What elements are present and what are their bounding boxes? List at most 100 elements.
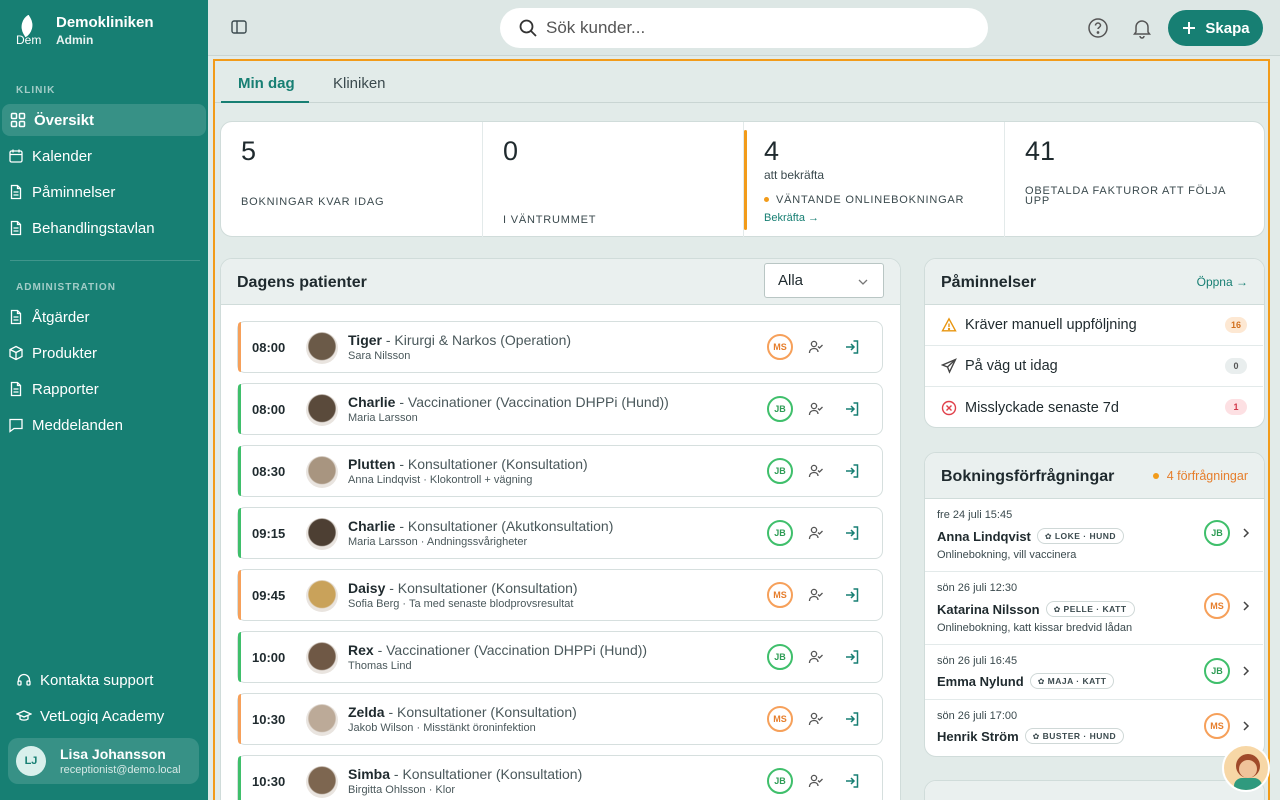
pet-tag-label: MAJA · KATT xyxy=(1047,676,1107,686)
check-in-icon[interactable] xyxy=(844,463,860,479)
partial-panel xyxy=(924,780,1265,800)
sidebar-item-label: Påminnelser xyxy=(32,183,116,201)
assign-user-icon[interactable] xyxy=(808,525,824,541)
contact-support-link[interactable]: Kontakta support xyxy=(16,669,153,691)
staff-badge[interactable]: JB xyxy=(767,520,793,546)
stat-unpaid-invoices[interactable]: 41 OBETALDA FAKTUROR ATT FÖLJA UPP xyxy=(1004,122,1265,238)
headset-icon xyxy=(17,673,31,686)
appointment-time: 08:00 xyxy=(252,402,286,417)
reminder-row[interactable]: Kräver manuell uppföljning 16 xyxy=(925,305,1263,346)
count-badge: 0 xyxy=(1225,358,1247,374)
reminder-row[interactable]: Misslyckade senaste 7d 1 xyxy=(925,387,1263,427)
patient-filter-select[interactable]: Alla xyxy=(764,263,884,298)
assign-user-icon[interactable] xyxy=(808,401,824,417)
check-in-icon[interactable] xyxy=(844,773,860,789)
calendar-icon xyxy=(9,149,23,163)
check-in-icon[interactable] xyxy=(844,339,860,355)
sidebar-item-oversikt[interactable]: Översikt xyxy=(2,104,206,136)
appointment-row[interactable]: 08:30 Plutten - Konsultationer (Konsultat… xyxy=(237,445,883,497)
stat-waiting-room[interactable]: 0 I VÄNTRUMMET xyxy=(482,122,743,238)
staff-badge[interactable]: MS xyxy=(767,334,793,360)
avatar: LJ xyxy=(16,746,46,776)
chevron-right-icon[interactable] xyxy=(1240,665,1252,677)
stat-value: 4 xyxy=(764,136,780,166)
assign-user-icon[interactable] xyxy=(808,649,824,665)
assign-user-icon[interactable] xyxy=(808,587,824,603)
user-profile-card[interactable]: LJ Lisa Johansson receptionist@demo.loca… xyxy=(8,738,199,784)
chevron-right-icon[interactable] xyxy=(1240,600,1252,612)
appointment-row[interactable]: 08:00 Charlie - Vaccinationer (Vaccinatio… xyxy=(237,383,883,435)
graduation-cap-icon xyxy=(16,710,32,721)
highlight-bar xyxy=(744,130,747,230)
assistant-avatar[interactable] xyxy=(1222,744,1270,792)
tab-kliniken[interactable]: Kliniken xyxy=(333,75,386,92)
check-in-icon[interactable] xyxy=(844,401,860,417)
chevron-right-icon[interactable] xyxy=(1240,527,1252,539)
staff-badge[interactable]: JB xyxy=(767,396,793,422)
appointment-row[interactable]: 10:30 Zelda - Konsultationer (Konsultatio… xyxy=(237,693,883,745)
booking-request-row[interactable]: sön 26 juli 12:30 Katarina Nilsson ✿ PELLE… xyxy=(925,572,1263,645)
brand[interactable]: Dem Demokliniken Admin xyxy=(14,14,154,48)
staff-badge[interactable]: JB xyxy=(767,644,793,670)
select-value: Alla xyxy=(778,272,804,289)
assign-user-icon[interactable] xyxy=(808,711,824,727)
academy-label: VetLogiq Academy xyxy=(40,707,165,725)
sidebar-item-atgarder[interactable]: Åtgärder xyxy=(0,301,208,333)
staff-badge: JB xyxy=(1204,520,1230,546)
booking-request-row[interactable]: fre 24 juli 15:45 Anna Lindqvist ✿ LOKE · … xyxy=(925,499,1263,572)
staff-badge[interactable]: JB xyxy=(767,458,793,484)
error-circle-icon xyxy=(941,400,957,415)
service-name: - Vaccinationer (Vaccination DHPPi (Hund… xyxy=(373,642,648,658)
check-in-icon[interactable] xyxy=(844,711,860,727)
tab-bar: Min dag Kliniken xyxy=(215,61,1268,103)
reminder-row[interactable]: På väg ut idag 0 xyxy=(925,346,1263,387)
check-in-icon[interactable] xyxy=(844,587,860,603)
active-tab-indicator xyxy=(221,101,309,103)
document-icon xyxy=(10,381,22,397)
search-input[interactable] xyxy=(546,18,966,38)
appointment-row[interactable]: 09:45 Daisy - Konsultationer (Konsultatio… xyxy=(237,569,883,621)
help-icon[interactable] xyxy=(1087,17,1109,39)
appointment-row[interactable]: 09:15 Charlie - Konsultationer (Akutkonsu… xyxy=(237,507,883,559)
sidebar-item-behandlingstavlan[interactable]: Behandlingstavlan xyxy=(0,212,208,244)
sidebar-item-meddelanden[interactable]: Meddelanden xyxy=(0,409,208,441)
sidebar-item-kalender[interactable]: Kalender xyxy=(0,140,208,172)
search-bar[interactable] xyxy=(500,8,988,48)
booking-request-row[interactable]: sön 26 juli 17:00 Henrik Ström ✿ BUSTER · … xyxy=(925,700,1263,756)
booking-request-row[interactable]: sön 26 juli 16:45 Emma Nylund ✿ MAJA · KAT… xyxy=(925,645,1263,700)
appointment-row[interactable]: 10:00 Rex - Vaccinationer (Vaccination DH… xyxy=(237,631,883,683)
check-in-icon[interactable] xyxy=(844,649,860,665)
academy-link[interactable]: VetLogiq Academy xyxy=(16,705,164,727)
pet-name: Tiger xyxy=(348,332,382,348)
assign-user-icon[interactable] xyxy=(808,773,824,789)
check-in-icon[interactable] xyxy=(844,525,860,541)
status-bar xyxy=(238,322,241,372)
panel-title: Dagens patienter xyxy=(237,274,367,291)
bell-icon[interactable] xyxy=(1131,17,1153,39)
sidebar-item-label: Översikt xyxy=(34,111,95,129)
stat-bookings-left[interactable]: 5 BOKNINGAR KVAR IDAG xyxy=(221,122,482,238)
service-name: - Kirurgi & Narkos (Operation) xyxy=(381,332,572,348)
paw-icon: ✿ xyxy=(1032,732,1043,741)
staff-badge[interactable]: MS xyxy=(767,582,793,608)
sidebar-item-rapporter[interactable]: Rapporter xyxy=(0,373,208,405)
paw-icon: ✿ xyxy=(1037,677,1048,686)
chevron-right-icon[interactable] xyxy=(1240,720,1252,732)
stat-pending-online[interactable]: 4 att bekräfta VÄNTANDE ONLINEBOKNINGAR … xyxy=(743,122,1004,238)
sidebar-item-paminnelser[interactable]: Påminnelser xyxy=(0,176,208,208)
service-name: - Konsultationer (Konsultation) xyxy=(395,456,588,472)
tab-min-dag[interactable]: Min dag xyxy=(238,75,295,92)
create-button[interactable]: Skapa xyxy=(1168,10,1263,46)
sidebar-item-produkter[interactable]: Produkter xyxy=(0,337,208,369)
top-bar: Skapa xyxy=(208,0,1280,56)
open-reminders-link[interactable]: Öppna → xyxy=(1197,275,1248,289)
staff-badge: MS xyxy=(1204,713,1230,739)
staff-badge[interactable]: MS xyxy=(767,706,793,732)
appointment-row[interactable]: 08:00 Tiger - Kirurgi & Narkos (Operation… xyxy=(237,321,883,373)
assign-user-icon[interactable] xyxy=(808,463,824,479)
sidebar-toggle-icon[interactable] xyxy=(230,18,248,36)
assign-user-icon[interactable] xyxy=(808,339,824,355)
staff-badge[interactable]: JB xyxy=(767,768,793,794)
confirm-link[interactable]: Bekräfta → xyxy=(764,212,819,224)
appointment-row[interactable]: 10:30 Simba - Konsultationer (Konsultatio… xyxy=(237,755,883,800)
